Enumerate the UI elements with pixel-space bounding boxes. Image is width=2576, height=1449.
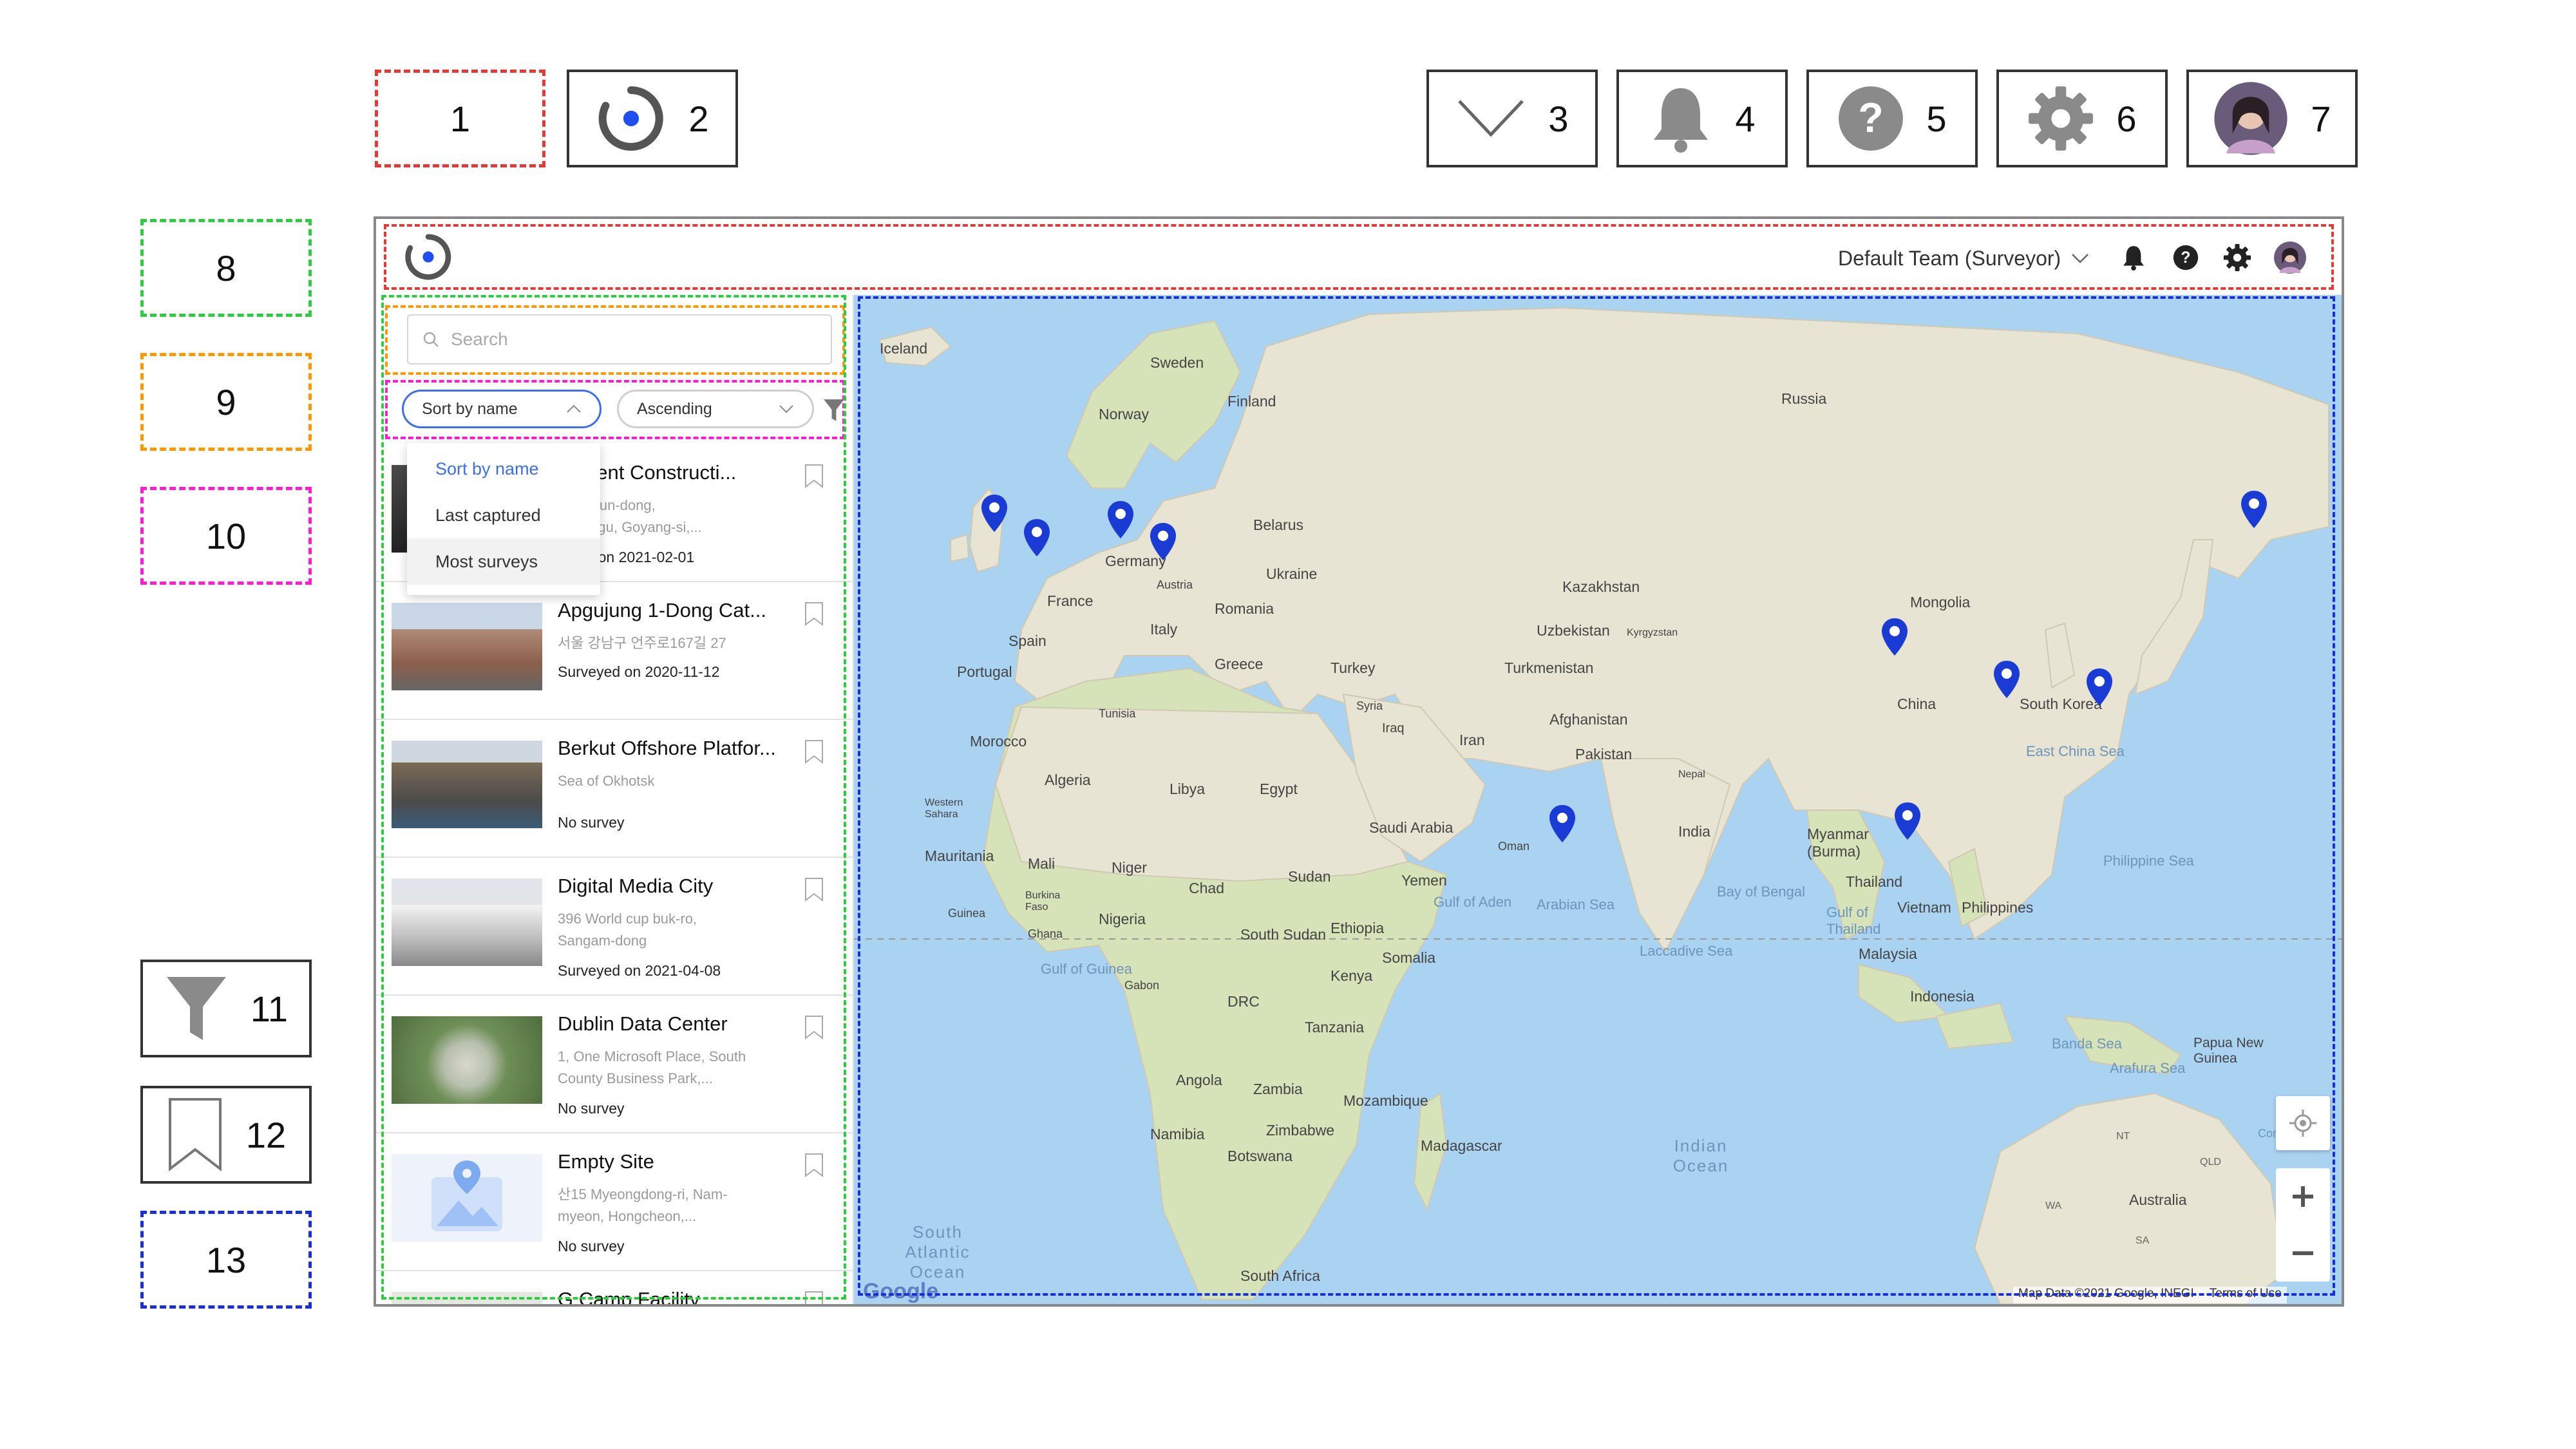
legend-10-label: 10 (205, 515, 247, 556)
legend-12: 12 (140, 1086, 312, 1184)
legend-6: 6 (1996, 70, 2168, 167)
legend-1: 1 (375, 70, 545, 167)
loader-logo-icon (599, 86, 664, 151)
bookmark-icon (168, 1098, 222, 1172)
legend-6-label: 6 (2116, 98, 2137, 139)
legend-8: 8 (140, 219, 312, 317)
legend-3: 3 (1426, 70, 1598, 167)
bell-icon (1654, 88, 1709, 153)
legend-5: ? 5 (1806, 70, 1978, 167)
top-bar: Default Team (Surveyor) ? (376, 219, 2342, 295)
legend-9: 9 (140, 353, 312, 451)
sidebar-highlight (381, 295, 846, 1300)
legend-3-label: 3 (1548, 98, 1569, 139)
filter-icon (166, 977, 226, 1040)
map-view[interactable]: Iceland Sweden Finland Norway Russia Bel… (854, 295, 2342, 1304)
legend-11: 11 (140, 960, 312, 1057)
legend-1-label: 1 (450, 98, 471, 139)
legend-7: 7 (2186, 70, 2358, 167)
chevron-down-icon (1458, 100, 1524, 137)
legend-8-label: 8 (216, 247, 236, 289)
legend-13-label: 13 (205, 1239, 247, 1280)
help-icon: ? (1839, 86, 1904, 151)
legend-2-label: 2 (688, 98, 709, 139)
map-highlight (858, 296, 2335, 1296)
legend-5-label: 5 (1926, 98, 1947, 139)
legend-11-label: 11 (250, 988, 289, 1029)
legend-12-label: 12 (245, 1114, 287, 1155)
avatar-icon (2214, 82, 2288, 155)
top-bar-highlight (384, 224, 2334, 290)
legend-4: 4 (1616, 70, 1788, 167)
legend-10: 10 (140, 487, 312, 585)
svg-text:?: ? (1859, 95, 1884, 141)
legend-7-label: 7 (2311, 98, 2331, 139)
legend-4-label: 4 (1735, 98, 1756, 139)
legend-2: 2 (567, 70, 738, 167)
site-list-panel: Search Sort by name Ascending ...tment C… (376, 295, 854, 1304)
legend-13: 13 (140, 1211, 312, 1309)
legend-9-label: 9 (216, 381, 236, 422)
app-window: Default Team (Surveyor) ? Search Sort by… (374, 216, 2344, 1307)
gear-icon (2029, 86, 2094, 151)
